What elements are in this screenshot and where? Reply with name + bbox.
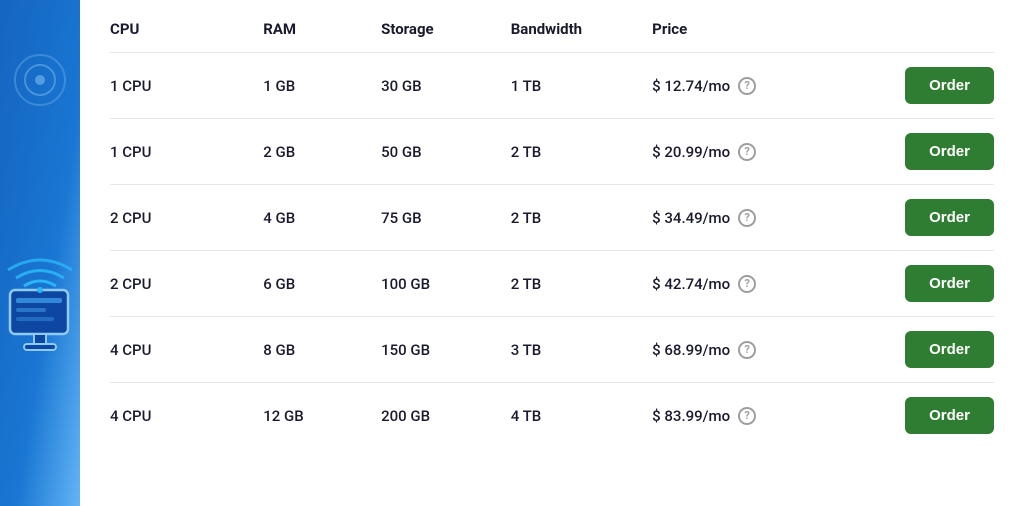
table-row: 2 CPU4 GB75 GB2 TB$ 34.49/mo? Order — [110, 185, 994, 251]
cell-storage: 200 GB — [381, 383, 511, 449]
cell-bandwidth: 3 TB — [511, 317, 652, 383]
header-bandwidth: Bandwidth — [511, 20, 652, 53]
cell-bandwidth: 4 TB — [511, 383, 652, 449]
cell-cpu: 4 CPU — [110, 383, 263, 449]
order-button[interactable]: Order — [905, 67, 994, 104]
price-value: $ 83.99/mo — [652, 407, 730, 425]
cell-storage: 100 GB — [381, 251, 511, 317]
order-button[interactable]: Order — [905, 133, 994, 170]
cell-cpu: 2 CPU — [110, 185, 263, 251]
cell-price: $ 83.99/mo? — [652, 383, 864, 449]
cell-ram: 1 GB — [263, 53, 381, 119]
header-order — [864, 20, 994, 53]
cell-ram: 6 GB — [263, 251, 381, 317]
cell-order: Order — [864, 383, 994, 449]
help-icon[interactable]: ? — [738, 275, 756, 293]
table-row: 1 CPU1 GB30 GB1 TB$ 12.74/mo? Order — [110, 53, 994, 119]
table-row: 4 CPU8 GB150 GB3 TB$ 68.99/mo? Order — [110, 317, 994, 383]
table-row: 2 CPU6 GB100 GB2 TB$ 42.74/mo? Order — [110, 251, 994, 317]
cell-price: $ 12.74/mo? — [652, 53, 864, 119]
price-value: $ 12.74/mo — [652, 77, 730, 95]
help-icon[interactable]: ? — [738, 341, 756, 359]
cell-storage: 150 GB — [381, 317, 511, 383]
cell-bandwidth: 2 TB — [511, 251, 652, 317]
order-button[interactable]: Order — [905, 397, 994, 434]
header-ram: RAM — [263, 20, 381, 53]
sidebar — [0, 0, 80, 506]
cell-order: Order — [864, 53, 994, 119]
header-storage: Storage — [381, 20, 511, 53]
price-value: $ 68.99/mo — [652, 341, 730, 359]
cell-bandwidth: 2 TB — [511, 119, 652, 185]
cell-ram: 12 GB — [263, 383, 381, 449]
cell-order: Order — [864, 251, 994, 317]
cell-price: $ 68.99/mo? — [652, 317, 864, 383]
cell-order: Order — [864, 185, 994, 251]
cell-storage: 50 GB — [381, 119, 511, 185]
cell-storage: 30 GB — [381, 53, 511, 119]
header-price: Price — [652, 20, 864, 53]
help-icon[interactable]: ? — [738, 143, 756, 161]
cell-ram: 8 GB — [263, 317, 381, 383]
cell-ram: 2 GB — [263, 119, 381, 185]
header-cpu: CPU — [110, 20, 263, 53]
cell-order: Order — [864, 317, 994, 383]
cell-cpu: 1 CPU — [110, 53, 263, 119]
table-row: 1 CPU2 GB50 GB2 TB$ 20.99/mo? Order — [110, 119, 994, 185]
price-value: $ 34.49/mo — [652, 209, 730, 227]
main-content: CPU RAM Storage Bandwidth Price 1 CPU1 G… — [80, 0, 1024, 506]
order-button[interactable]: Order — [905, 199, 994, 236]
cell-price: $ 20.99/mo? — [652, 119, 864, 185]
cell-price: $ 42.74/mo? — [652, 251, 864, 317]
order-button[interactable]: Order — [905, 331, 994, 368]
cell-bandwidth: 2 TB — [511, 185, 652, 251]
cell-cpu: 2 CPU — [110, 251, 263, 317]
sidebar-illustration — [0, 0, 80, 506]
price-value: $ 20.99/mo — [652, 143, 730, 161]
cell-cpu: 1 CPU — [110, 119, 263, 185]
cell-order: Order — [864, 119, 994, 185]
cell-cpu: 4 CPU — [110, 317, 263, 383]
cell-bandwidth: 1 TB — [511, 53, 652, 119]
help-icon[interactable]: ? — [738, 407, 756, 425]
help-icon[interactable]: ? — [738, 209, 756, 227]
price-value: $ 42.74/mo — [652, 275, 730, 293]
pricing-table: CPU RAM Storage Bandwidth Price 1 CPU1 G… — [110, 20, 994, 448]
cell-ram: 4 GB — [263, 185, 381, 251]
cell-storage: 75 GB — [381, 185, 511, 251]
help-icon[interactable]: ? — [738, 77, 756, 95]
table-row: 4 CPU12 GB200 GB4 TB$ 83.99/mo? Order — [110, 383, 994, 449]
cell-price: $ 34.49/mo? — [652, 185, 864, 251]
order-button[interactable]: Order — [905, 265, 994, 302]
